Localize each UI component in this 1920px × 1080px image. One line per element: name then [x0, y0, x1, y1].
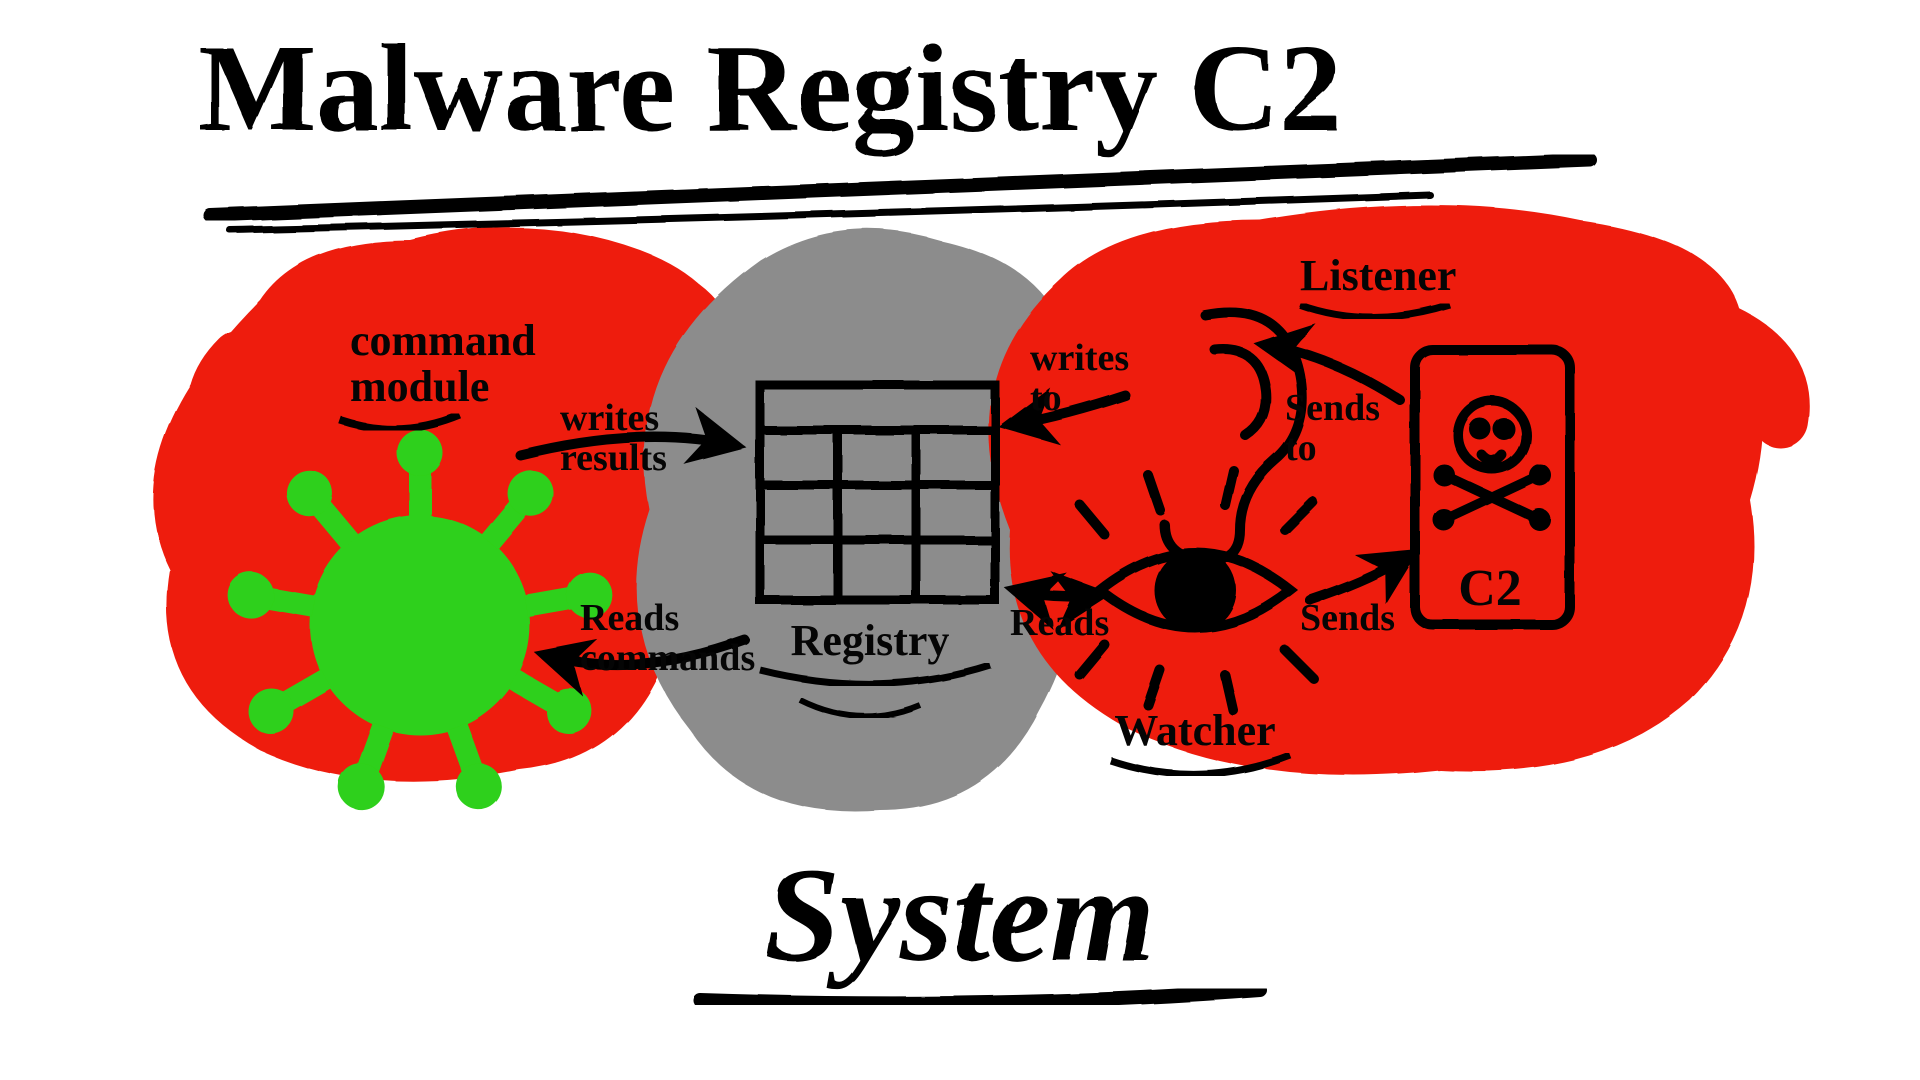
diagram-canvas: Malware Registry C2 System commandmodule… — [0, 0, 1920, 1080]
label-registry: Registry — [791, 616, 950, 665]
title-top: Malware Registry C2 — [198, 20, 1341, 158]
label-c2: C2 — [1458, 560, 1522, 617]
edge-sends: Sends — [1300, 597, 1395, 639]
label-watcher: Watcher — [1114, 706, 1275, 755]
edge-reads: Reads — [1010, 602, 1109, 644]
edge-writes-results: writesresults — [560, 397, 667, 479]
label-listener: Listener — [1300, 251, 1456, 300]
title-bottom: System — [765, 841, 1155, 990]
